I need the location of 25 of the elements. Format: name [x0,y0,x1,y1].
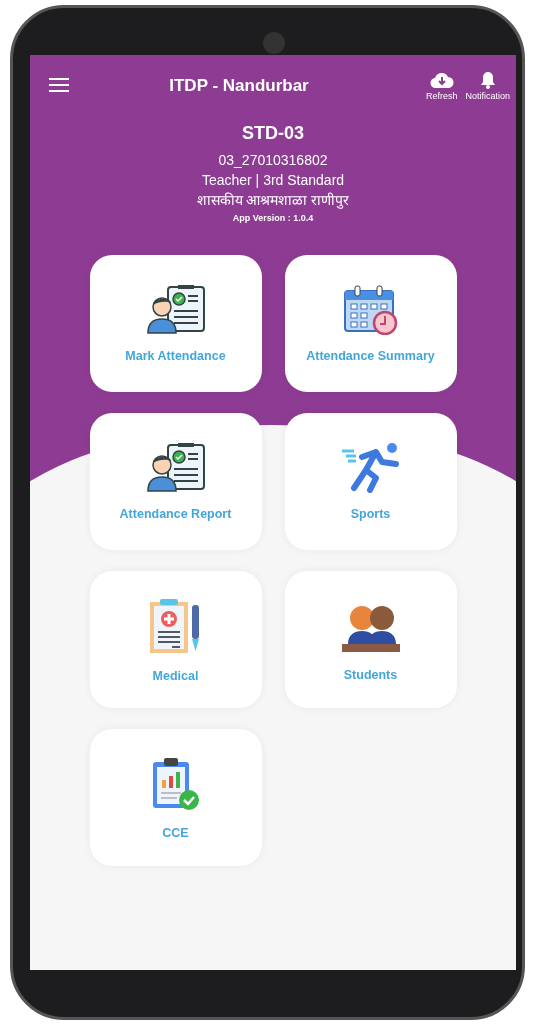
user-role: Teacher | 3rd Standard [201,171,345,190]
clipboard-chart-icon [150,755,201,812]
camera-icon [263,32,285,54]
class-code: STD-03 [242,123,304,144]
user-id: 03_27010316802 [218,151,328,170]
school-name: शासकीय आश्रमशाळा राणीपुर [196,191,350,210]
person-checklist-icon [145,442,206,493]
menu-icon [48,77,70,93]
calendar-clock-icon [342,284,399,335]
menu-button[interactable] [48,77,72,95]
runner-icon [339,442,402,493]
notification-button[interactable]: Notification [465,71,510,101]
person-checklist-icon [145,284,206,335]
menu-tile[interactable]: CCE [89,729,262,866]
bell-icon [479,71,496,89]
menu-tile[interactable]: Mark Attendance [89,255,262,392]
app-title: ITDP - Nandurbar [168,76,310,96]
menu-tile[interactable]: Medical [89,571,262,708]
menu-tile[interactable]: Sports [284,413,457,550]
menu-tile[interactable]: Students [284,571,457,708]
app-version: App Version : 1.0.4 [232,213,314,223]
cloud-download-icon [429,71,454,89]
menu-tile[interactable]: Attendance Report [89,413,262,550]
menu-tile[interactable]: Attendance Summary [284,255,457,392]
refresh-button[interactable]: Refresh [425,71,458,101]
